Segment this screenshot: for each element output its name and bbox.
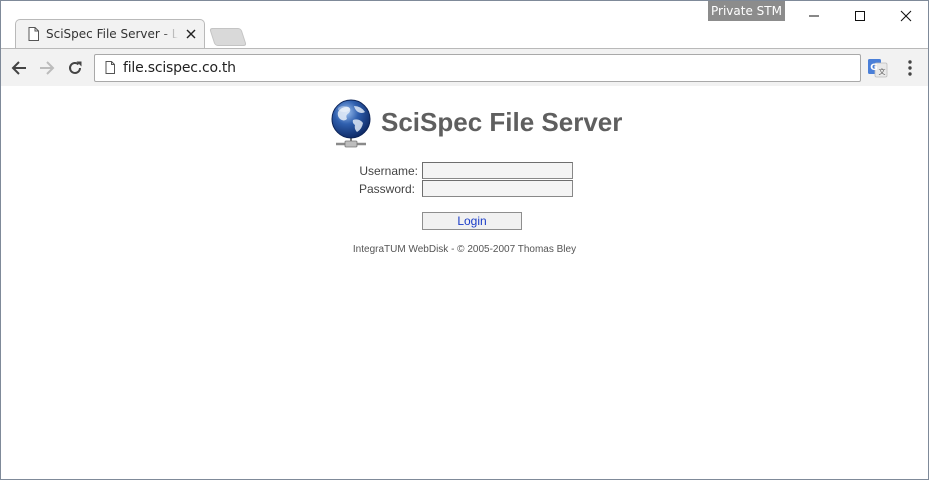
tab-title: SciSpec File Server - Login [46, 27, 178, 43]
new-tab-button[interactable] [209, 28, 247, 46]
browser-window: Private STM SciSpec File Server - Login [0, 0, 929, 480]
arrow-right-icon [40, 61, 55, 75]
page-content: SciSpec File Server Username: Password: … [1, 86, 928, 479]
username-label: Username: [359, 164, 418, 178]
minimize-icon [809, 15, 819, 17]
maximize-icon [855, 11, 865, 21]
footer-credit-text: IntegraTUM WebDisk - © 2005-2007 Thomas … [352, 244, 577, 255]
page-icon [105, 61, 115, 79]
arrow-left-icon [11, 61, 26, 75]
maximize-button[interactable] [837, 1, 883, 31]
password-label: Password: [358, 182, 415, 196]
minimize-button[interactable] [791, 1, 837, 31]
browser-menu-button[interactable] [901, 58, 919, 78]
login-button[interactable]: Login [422, 212, 522, 230]
username-field[interactable] [422, 162, 573, 179]
close-icon [186, 29, 196, 39]
page-icon [28, 27, 39, 46]
back-button[interactable] [8, 57, 30, 79]
url-text: file.scispec.co.th [123, 60, 236, 76]
title-bar: Private STM SciSpec File Server - Login [1, 1, 928, 49]
footer-credit: IntegraTUM WebDisk - © 2005-2007 Thomas … [1, 244, 928, 255]
address-bar[interactable]: file.scispec.co.th [94, 54, 861, 82]
reload-button[interactable] [64, 57, 86, 79]
password-field[interactable] [422, 180, 573, 197]
tab-close-button[interactable] [184, 27, 198, 41]
network-globe-icon [328, 98, 374, 150]
translate-button[interactable]: G 文 [868, 58, 888, 78]
reload-icon [69, 61, 82, 74]
kebab-menu-icon [908, 60, 912, 76]
page-title: SciSpec File Server [381, 107, 623, 137]
svg-text:文: 文 [879, 67, 886, 76]
close-icon [900, 10, 912, 22]
profile-badge[interactable]: Private STM [708, 1, 785, 21]
google-translate-icon: G 文 [868, 59, 888, 78]
close-window-button[interactable] [883, 1, 928, 31]
tab-active[interactable]: SciSpec File Server - Login [15, 19, 205, 49]
svg-text:G: G [870, 63, 877, 73]
toolbar: file.scispec.co.th G 文 [1, 48, 928, 87]
forward-button[interactable] [36, 57, 58, 79]
